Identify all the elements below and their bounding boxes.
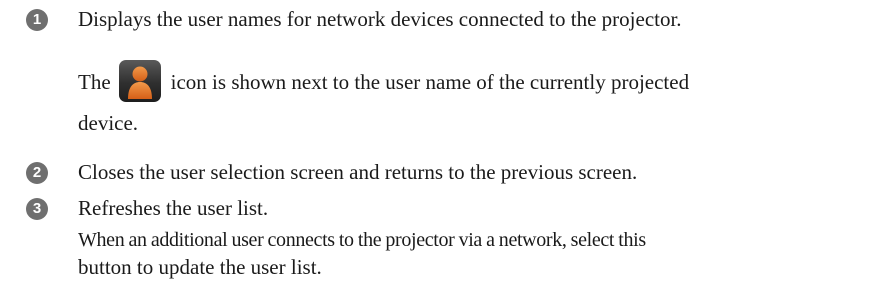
user-person-icon <box>118 60 161 102</box>
item-1-icon-line-before: The <box>78 69 111 94</box>
item-1-text: Displays the user names for network devi… <box>78 7 682 31</box>
item-3-line-2: When an additional user connects to the … <box>78 229 646 251</box>
item-1-icon-line-after: icon is shown next to the user name of t… <box>170 69 690 94</box>
item-1-last-line: device. <box>78 111 139 135</box>
item-1-icon-line: The icon is shown next to the user name … <box>78 60 690 105</box>
item-2-text: Closes the user selection screen and ret… <box>78 160 638 184</box>
item-3-line-3: button to update the user list. <box>78 255 322 279</box>
callout-number-3: 3 <box>26 198 48 220</box>
callout-number-1: 1 <box>26 9 48 31</box>
item-3-line-1: Refreshes the user list. <box>78 196 269 220</box>
callout-number-2: 2 <box>26 162 48 184</box>
